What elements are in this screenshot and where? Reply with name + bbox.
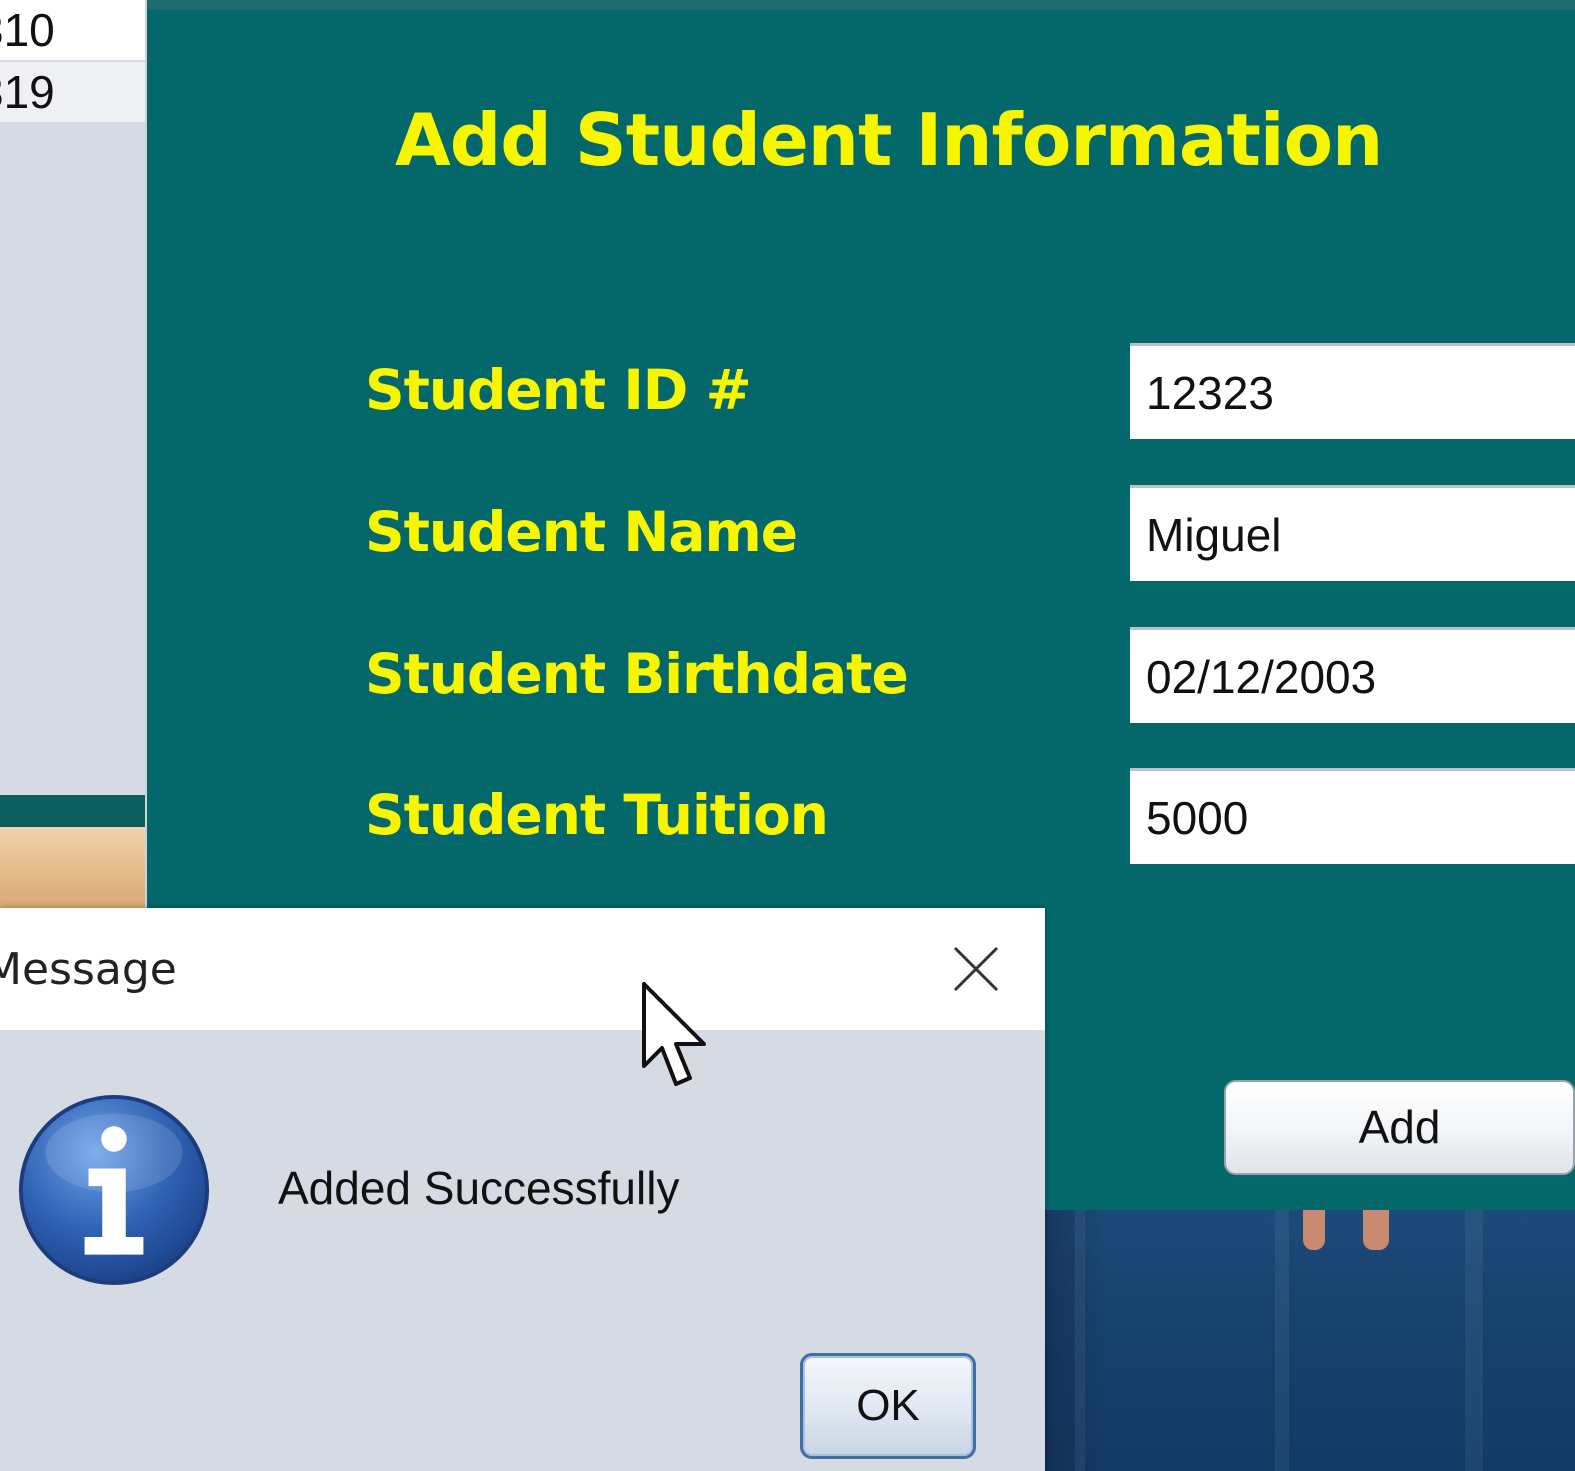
student-id-label: Student ID # [365, 358, 752, 422]
background-photo [1045, 1210, 1575, 1471]
close-icon[interactable] [945, 938, 1007, 1000]
student-tuition-field[interactable] [1130, 768, 1575, 864]
student-birthdate-field[interactable] [1130, 627, 1575, 723]
info-icon [18, 1094, 210, 1286]
list-item[interactable]: 319 [0, 62, 145, 122]
background-window-strip [0, 795, 145, 827]
student-id-field[interactable] [1130, 343, 1575, 439]
window-top-edge [147, 0, 1575, 10]
photo-detail [1303, 1210, 1325, 1250]
page-title: Add Student Information [395, 98, 1383, 182]
dialog-title: Message [0, 944, 177, 995]
background-wallpaper [0, 827, 145, 911]
student-name-label: Student Name [365, 500, 798, 564]
dialog-titlebar[interactable]: Message [0, 908, 1045, 1030]
photo-detail [1275, 1210, 1289, 1471]
student-birthdate-label: Student Birthdate [365, 642, 909, 706]
ok-button[interactable]: OK [800, 1353, 976, 1459]
student-name-field[interactable] [1130, 485, 1575, 581]
screen: 310 319 Add Student Information Student … [0, 0, 1575, 1471]
message-dialog: Message Added Successfully OK [0, 908, 1045, 1471]
student-tuition-label: Student Tuition [365, 783, 829, 847]
add-button[interactable]: Add [1224, 1080, 1575, 1175]
background-list-panel: 310 319 [0, 0, 145, 795]
arrow-cursor-icon [642, 982, 706, 1086]
photo-detail [1363, 1210, 1389, 1250]
photo-detail [1075, 1210, 1085, 1471]
list-item[interactable]: 310 [0, 0, 145, 60]
photo-detail [1465, 1210, 1483, 1471]
dialog-message: Added Successfully [278, 1162, 680, 1214]
